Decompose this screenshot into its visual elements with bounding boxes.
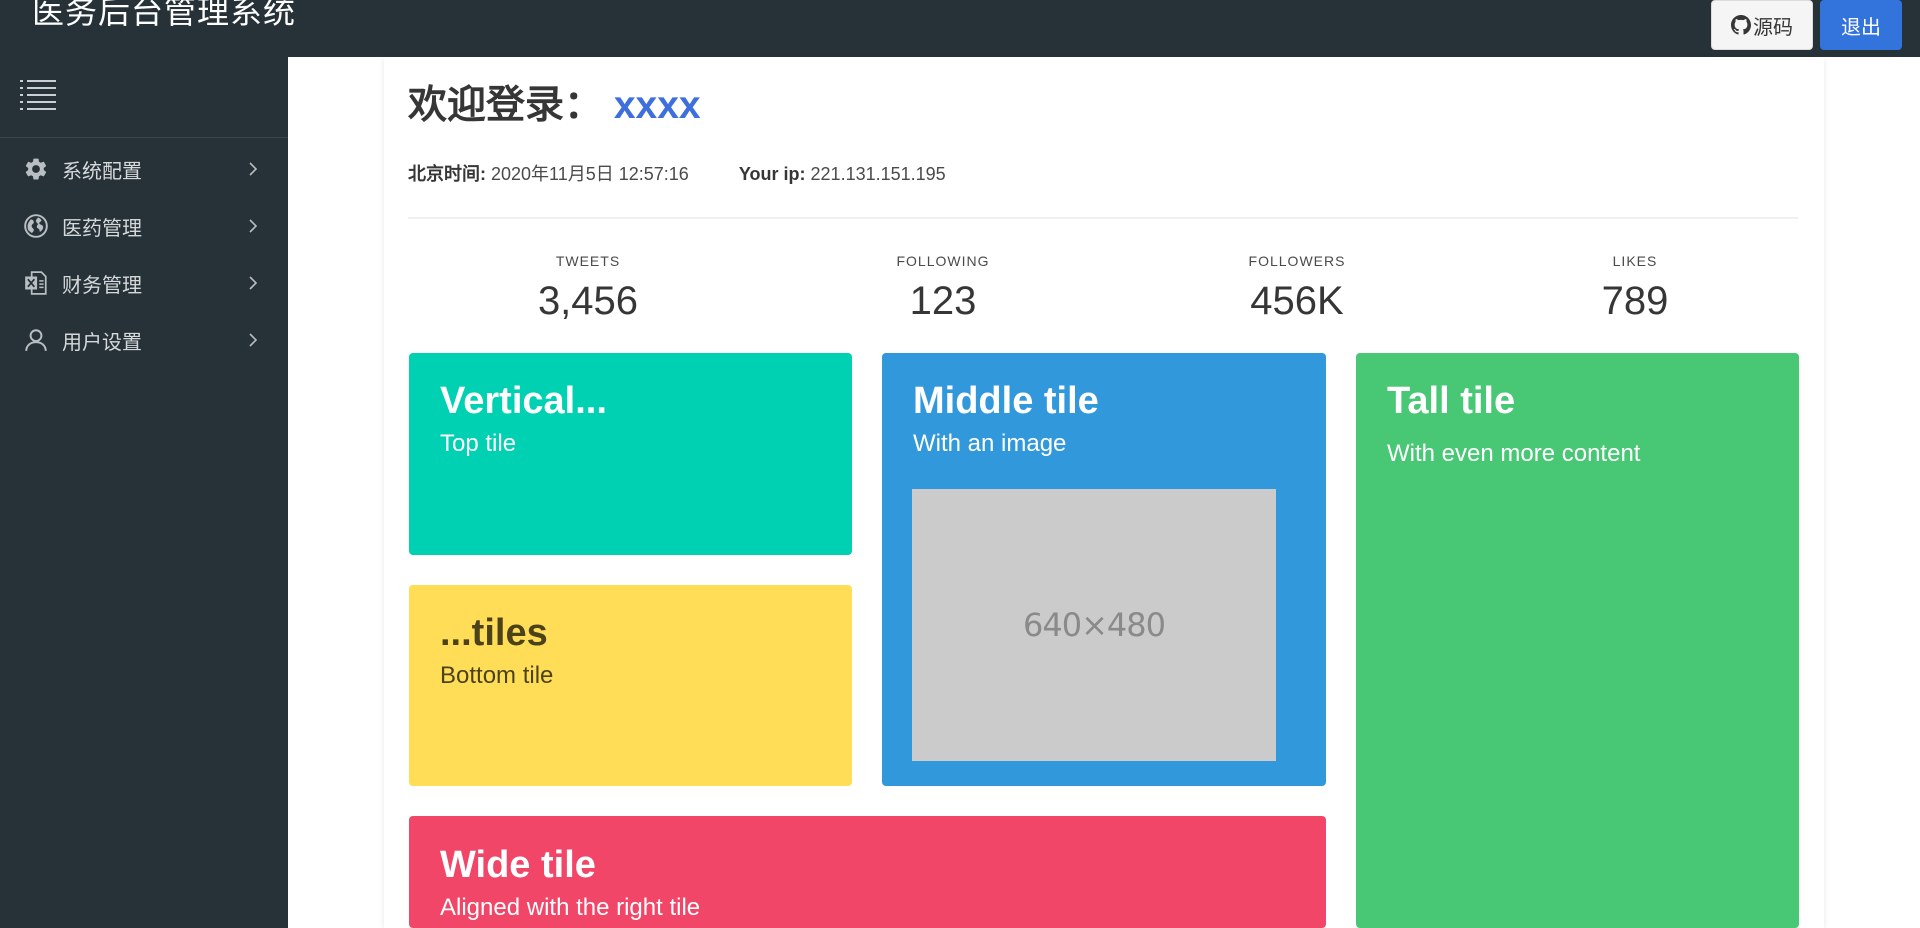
tile-subtitle: Aligned with the right tile xyxy=(440,894,701,921)
top-navbar: 医务后台管理系统 源码 退出 xyxy=(0,0,1920,57)
sidebar-item-user-settings[interactable]: 用户设置 xyxy=(0,314,288,366)
tile-title: ...tiles xyxy=(440,612,548,654)
sidebar-item-label: 医药管理 xyxy=(62,217,142,240)
tile-subtitle: Bottom tile xyxy=(440,662,554,689)
github-icon xyxy=(1731,15,1751,35)
stat-value: 123 xyxy=(909,279,977,323)
tile-subtitle: With an image xyxy=(913,430,1067,457)
username: xxxx xyxy=(613,84,701,127)
sidebar-item-system-config[interactable]: 系统配置 xyxy=(0,143,288,195)
sidebar-item-label: 用户设置 xyxy=(62,331,142,354)
sidebar: 系统配置 医药管理 财务管理 用户设置 xyxy=(0,57,288,928)
welcome-prefix: 欢迎登录： xyxy=(408,84,604,127)
tile-subtitle: With even more content xyxy=(1387,440,1641,467)
ip-label: Your ip: xyxy=(738,164,806,184)
stat-heading: FOLLOWING xyxy=(896,253,990,269)
sidebar-divider xyxy=(0,137,288,138)
stat-following: FOLLOWING 123 xyxy=(843,252,1043,326)
chevron-right-icon xyxy=(249,276,258,290)
chevron-right-icon xyxy=(249,333,258,347)
tile-subtitle: Top tile xyxy=(440,430,517,457)
welcome-heading: 欢迎登录： xxxx xyxy=(408,82,701,130)
sidebar-item-finance[interactable]: 财务管理 xyxy=(0,257,288,309)
tile-title: Vertical... xyxy=(440,380,607,422)
time-value: 2020年11月5日 12:57:16 xyxy=(491,164,689,184)
list-icon[interactable] xyxy=(20,77,56,111)
stat-heading: FOLLOWERS xyxy=(1248,253,1346,269)
app-title: 医务后台管理系统 xyxy=(32,0,297,30)
tile-vertical-bottom: ...tiles Bottom tile xyxy=(409,585,852,786)
stat-value: 3,456 xyxy=(537,279,639,323)
stat-value: 789 xyxy=(1601,279,1669,323)
stat-heading: LIKES xyxy=(1612,253,1658,269)
sidebar-item-medicine[interactable]: 医药管理 xyxy=(0,200,288,252)
tile-tall: Tall tile With even more content xyxy=(1356,353,1799,928)
gear-icon xyxy=(23,156,49,182)
stat-likes: LIKES 789 xyxy=(1535,252,1735,326)
tile-vertical-top: Vertical... Top tile xyxy=(409,353,852,555)
meta-info: 北京时间: 2020年11月5日 12:57:16 Your ip: 221.1… xyxy=(408,162,946,186)
stat-tweets: TWEETS 3,456 xyxy=(488,252,688,326)
tile-title: Wide tile xyxy=(440,844,596,886)
stat-value: 456K xyxy=(1250,279,1344,323)
tile-wide: Wide tile Aligned with the right tile xyxy=(409,816,1326,928)
placeholder-image: 640×480 xyxy=(912,489,1276,761)
source-code-button[interactable]: 源码 xyxy=(1711,0,1813,50)
excel-file-icon xyxy=(23,270,49,296)
ip-value: 221.131.151.195 xyxy=(810,164,946,184)
tile-title: Middle tile xyxy=(913,380,1099,422)
logout-button[interactable]: 退出 xyxy=(1820,0,1902,50)
source-code-label: 源码 xyxy=(1753,16,1793,39)
user-icon xyxy=(23,327,49,353)
stat-followers: FOLLOWERS 456K xyxy=(1197,252,1397,326)
chevron-right-icon xyxy=(249,162,258,176)
divider xyxy=(408,217,1798,219)
globe-icon xyxy=(23,213,49,239)
placeholder-image-text: 640×480 xyxy=(1023,606,1166,644)
tile-middle: Middle tile With an image 640×480 xyxy=(882,353,1326,786)
time-label: 北京时间: xyxy=(408,164,486,184)
tile-title: Tall tile xyxy=(1387,380,1516,422)
chevron-right-icon xyxy=(249,219,258,233)
sidebar-item-label: 系统配置 xyxy=(62,160,142,183)
sidebar-item-label: 财务管理 xyxy=(62,274,142,297)
stat-heading: TWEETS xyxy=(555,253,621,269)
